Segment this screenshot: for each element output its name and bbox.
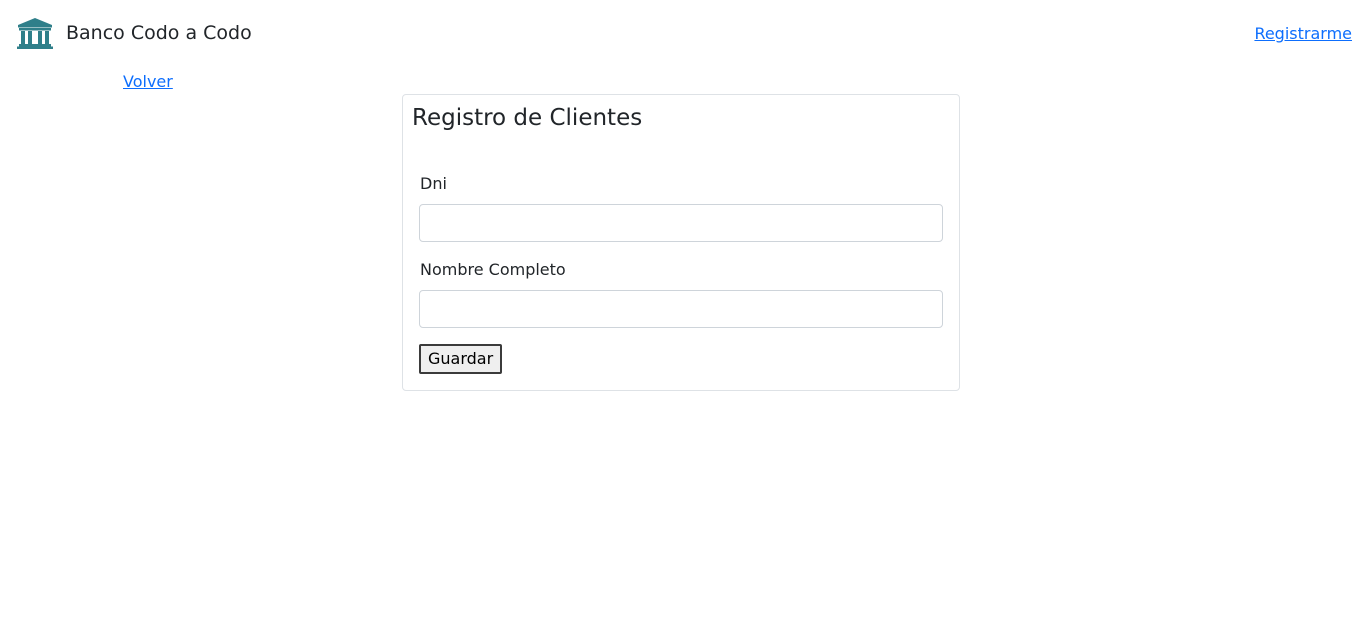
form-title: Registro de Clientes bbox=[412, 105, 643, 131]
brand-name: Banco Codo a Codo bbox=[66, 22, 252, 44]
register-link[interactable]: Registrarme bbox=[1254, 24, 1352, 43]
bank-building-icon bbox=[17, 18, 53, 49]
dni-input[interactable] bbox=[419, 204, 943, 242]
dni-label: Dni bbox=[420, 174, 447, 193]
full-name-input[interactable] bbox=[419, 290, 943, 328]
brand[interactable]: Banco Codo a Codo bbox=[17, 17, 252, 49]
save-button[interactable]: Guardar bbox=[419, 344, 503, 374]
full-name-label: Nombre Completo bbox=[420, 260, 566, 279]
client-registration-card: Registro de Clientes Dni Nombre Completo… bbox=[402, 94, 960, 391]
back-link[interactable]: Volver bbox=[123, 72, 173, 91]
page: Banco Codo a Codo Registrarme Volver Reg… bbox=[0, 0, 1361, 626]
